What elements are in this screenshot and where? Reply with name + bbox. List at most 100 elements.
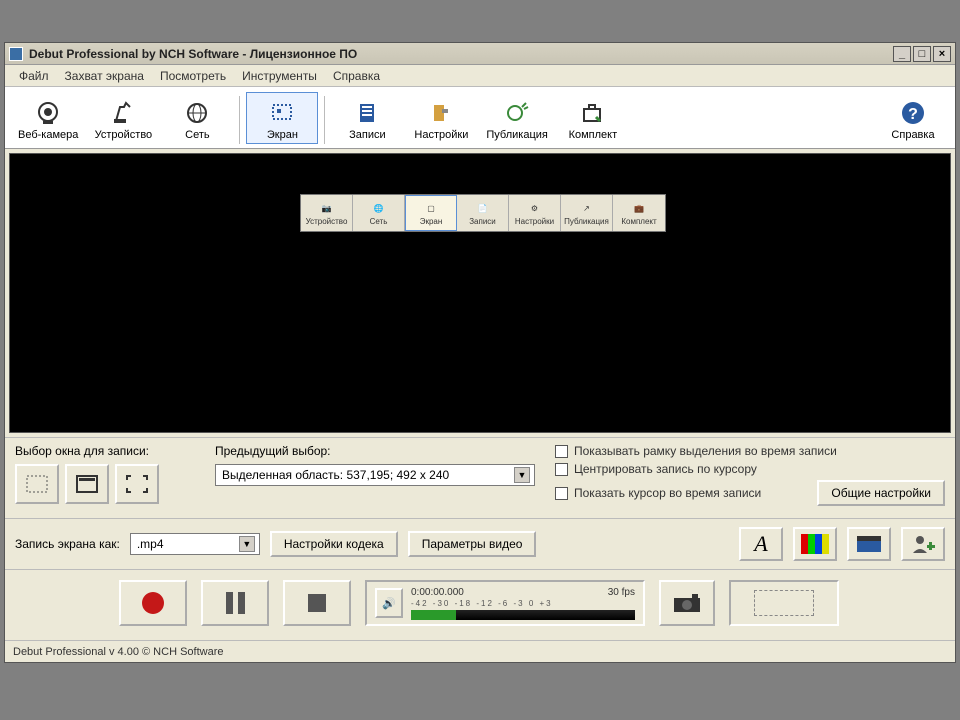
toolbar-separator (324, 96, 325, 144)
mini-network[interactable]: 🌐Сеть (353, 195, 405, 231)
main-toolbar: Веб-камера Устройство Сеть Экран З (5, 87, 955, 149)
person-add-icon (909, 533, 937, 555)
text-icon: A (754, 531, 767, 557)
menu-file[interactable]: Файл (13, 67, 55, 85)
audio-meter: 🔊 0:00:00.000 30 fps -42 -30 -18 -12 -6 … (365, 580, 645, 626)
mini-publish[interactable]: ↗Публикация (561, 195, 613, 231)
menu-view[interactable]: Посмотреть (154, 67, 232, 85)
network-icon: 🌐 (370, 201, 388, 217)
meter-scale-labels: -42 -30 -18 -12 -6 -3 0 +3 (411, 599, 635, 608)
close-button[interactable]: × (933, 46, 951, 62)
select-fullscreen-button[interactable] (115, 464, 159, 504)
clapper-icon (855, 534, 883, 554)
help-icon: ? (899, 99, 927, 127)
menu-tools[interactable]: Инструменты (236, 67, 323, 85)
status-text: Debut Professional v 4.00 © NCH Software (13, 646, 223, 658)
format-combo[interactable]: .mp4 ▼ (130, 533, 260, 555)
screen-icon (268, 99, 296, 127)
mini-recordings[interactable]: 📄Записи (457, 195, 509, 231)
transport-controls: 🔊 0:00:00.000 30 fps -42 -30 -18 -12 -6 … (5, 569, 955, 640)
toolbar-publish[interactable]: Публикация (479, 92, 554, 144)
checkbox-icon (555, 445, 568, 458)
record-button[interactable] (119, 580, 187, 626)
app-window: Debut Professional by NCH Software - Лиц… (4, 42, 956, 663)
checkbox-icon (555, 487, 568, 500)
toolbar-webcam[interactable]: Веб-камера (11, 92, 85, 144)
chevron-down-icon: ▼ (239, 536, 255, 552)
fps-display: 30 fps (608, 587, 635, 598)
general-settings-button[interactable]: Общие настройки (817, 480, 945, 506)
timecode: 0:00:00.000 (411, 587, 464, 598)
text-overlay-button[interactable]: A (739, 527, 783, 561)
video-params-button[interactable]: Параметры видео (408, 531, 537, 557)
toolbar-device[interactable]: Устройство (87, 92, 159, 144)
menu-capture[interactable]: Захват экрана (59, 67, 150, 85)
mini-device[interactable]: 📷Устройство (301, 195, 353, 231)
menubar: Файл Захват экрана Посмотреть Инструмент… (5, 65, 955, 87)
screen-icon: ▢ (422, 201, 440, 217)
toolbar-suite[interactable]: Комплект (557, 92, 629, 144)
mini-screen[interactable]: ▢Экран (405, 195, 457, 231)
app-icon (9, 47, 23, 61)
stop-icon (308, 594, 326, 612)
window-selection-label: Выбор окна для записи: (15, 444, 195, 458)
prev-selection-combo[interactable]: Выделенная область: 537,195; 492 x 240 ▼ (215, 464, 535, 486)
publish-icon: ↗ (578, 201, 596, 217)
camera-icon (672, 592, 702, 614)
speaker-icon: 🔊 (382, 597, 396, 610)
minimize-button[interactable]: _ (893, 46, 911, 62)
select-window-button[interactable] (65, 464, 109, 504)
effects-button[interactable] (847, 527, 891, 561)
toolbar-recordings[interactable]: Записи (331, 92, 403, 144)
toolbar-screen[interactable]: Экран (246, 92, 318, 144)
mini-suite[interactable]: 💼Комплект (613, 195, 665, 231)
menu-help[interactable]: Справка (327, 67, 386, 85)
check-center-cursor[interactable]: Центрировать запись по курсору (555, 462, 945, 476)
select-region-button[interactable] (15, 464, 59, 504)
check-show-cursor[interactable]: Показать курсор во время записи Общие на… (555, 480, 945, 506)
region-preview[interactable] (729, 580, 839, 626)
webcam-icon (34, 99, 62, 127)
snapshot-button[interactable] (659, 580, 715, 626)
check-show-frame[interactable]: Показывать рамку выделения во время запи… (555, 444, 945, 458)
selection-panel: Выбор окна для записи: Предыдущий выбор:… (5, 437, 955, 518)
suite-icon: 💼 (630, 201, 648, 217)
publish-icon (503, 99, 531, 127)
settings-icon (427, 99, 455, 127)
color-adjust-button[interactable] (793, 527, 837, 561)
titlebar: Debut Professional by NCH Software - Лиц… (5, 43, 955, 65)
pause-button[interactable] (201, 580, 269, 626)
record-icon (142, 592, 164, 614)
statusbar: Debut Professional v 4.00 © NCH Software (5, 640, 955, 662)
network-icon (183, 99, 211, 127)
svg-text:?: ? (908, 106, 918, 123)
level-meter (411, 610, 635, 620)
watermark-button[interactable] (901, 527, 945, 561)
pause-icon (226, 592, 245, 614)
toolbar-network[interactable]: Сеть (161, 92, 233, 144)
mini-settings[interactable]: ⚙Настройки (509, 195, 561, 231)
chevron-down-icon: ▼ (514, 467, 530, 483)
window-title: Debut Professional by NCH Software - Лиц… (29, 47, 893, 61)
device-icon: 📷 (318, 201, 336, 217)
toolbar-help[interactable]: ? Справка (877, 92, 949, 144)
device-icon (109, 99, 137, 127)
mini-toolbar: 📷Устройство 🌐Сеть ▢Экран 📄Записи ⚙Настро… (300, 194, 666, 232)
mute-button[interactable]: 🔊 (375, 588, 403, 618)
format-label: Запись экрана как: (15, 537, 120, 551)
format-panel: Запись экрана как: .mp4 ▼ Настройки коде… (5, 518, 955, 569)
toolbar-separator (239, 96, 240, 144)
checkbox-icon (555, 463, 568, 476)
dashed-region-icon (754, 590, 814, 616)
preview-area: 📷Устройство 🌐Сеть ▢Экран 📄Записи ⚙Настро… (9, 153, 951, 433)
settings-icon: ⚙ (526, 201, 544, 217)
color-bars-icon (801, 534, 829, 554)
recordings-icon: 📄 (474, 201, 492, 217)
maximize-button[interactable]: □ (913, 46, 931, 62)
recordings-icon (353, 99, 381, 127)
toolbar-settings[interactable]: Настройки (405, 92, 477, 144)
stop-button[interactable] (283, 580, 351, 626)
codec-settings-button[interactable]: Настройки кодека (270, 531, 398, 557)
suite-icon (579, 99, 607, 127)
prev-selection-label: Предыдущий выбор: (215, 444, 535, 458)
